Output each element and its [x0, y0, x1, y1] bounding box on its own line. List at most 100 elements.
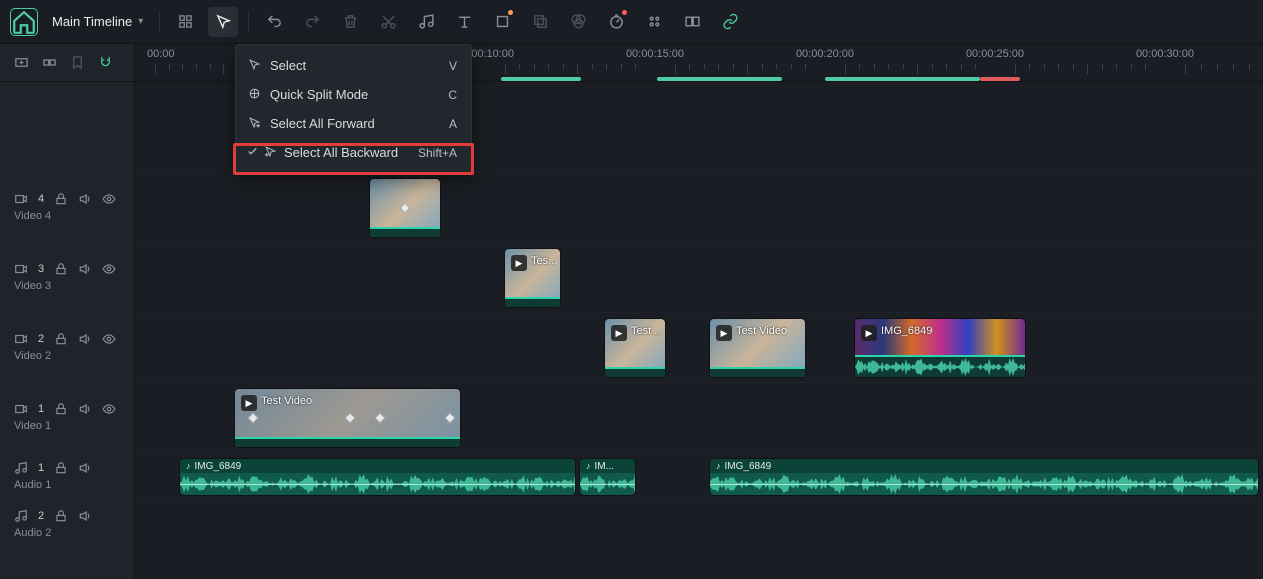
lock-icon[interactable] [54, 262, 68, 276]
magnet-icon[interactable] [94, 52, 116, 74]
clip-label: IMG_6849 [881, 325, 932, 337]
track-label: Video 1 [14, 420, 122, 432]
crop-button[interactable] [487, 7, 517, 37]
video-clip[interactable]: ▶ IMG_6849 [855, 319, 1025, 377]
music-note-icon: ♪ [186, 461, 191, 471]
ruler-timecode: 00:00:15:00 [626, 48, 684, 60]
eye-icon[interactable] [102, 192, 116, 206]
track-row-audio-2[interactable] [135, 500, 1263, 548]
cursor-tool-dropdown: Select V Quick Split Mode C Select All F… [235, 44, 472, 174]
track-row-video-1[interactable]: ▶ Test Video [135, 382, 1263, 452]
audio-icon [14, 509, 28, 523]
eye-icon[interactable] [102, 332, 116, 346]
track-row-audio-1[interactable]: ♪IMG_6849 ♪IM... ♪IMG_6849 [135, 452, 1263, 500]
group-button[interactable] [677, 7, 707, 37]
track-row-video-2[interactable]: ▶ Test ... ▶ Test Video ▶ IMG_6849 [135, 312, 1263, 382]
dropdown-item-select[interactable]: Select V [236, 51, 471, 80]
clip-footer [505, 297, 560, 307]
clip-header: ♪IMG_6849 [180, 459, 575, 473]
track-header-audio-2[interactable]: 2 Audio 2 [0, 500, 134, 548]
track-header-audio-1[interactable]: 1 Audio 1 [0, 452, 134, 500]
cursor-tool-button[interactable] [208, 7, 238, 37]
dropdown-item-select-forward[interactable]: Select All Forward A [236, 109, 471, 138]
clip-label: Tes... [531, 255, 556, 267]
delete-button[interactable] [335, 7, 365, 37]
speed-button[interactable] [601, 7, 631, 37]
track-header-video-3[interactable]: 3 Video 3 [0, 242, 134, 312]
mute-icon[interactable] [78, 461, 92, 475]
undo-button[interactable] [259, 7, 289, 37]
video-clip[interactable]: ▶ Tes... [505, 249, 560, 307]
mute-icon[interactable] [78, 402, 92, 416]
cut-button[interactable] [373, 7, 403, 37]
audio-clip[interactable]: ♪IM... [580, 459, 635, 495]
text-button[interactable] [449, 7, 479, 37]
grid-icon[interactable] [170, 7, 200, 37]
track-row-video-4[interactable] [135, 172, 1263, 242]
track-header-video-4[interactable]: 4 Video 4 [0, 172, 134, 242]
clip-label: Test Video [261, 395, 312, 407]
lock-icon[interactable] [54, 461, 68, 475]
play-icon: ▶ [861, 325, 877, 341]
video-icon [14, 402, 28, 416]
link-button[interactable] [715, 7, 745, 37]
select-backward-icon [264, 145, 277, 161]
lock-icon[interactable] [54, 192, 68, 206]
mute-icon[interactable] [78, 509, 92, 523]
music-button[interactable] [411, 7, 441, 37]
check-icon [246, 145, 259, 161]
timeline-label: Main Timeline [52, 14, 132, 29]
video-clip-selected[interactable]: ▶ Test Video [235, 389, 460, 447]
ticks [505, 64, 635, 78]
lock-icon[interactable] [54, 332, 68, 346]
eye-icon[interactable] [102, 402, 116, 416]
color-button[interactable] [563, 7, 593, 37]
caret-down-icon: ▾ [138, 16, 143, 27]
dropdown-shortcut: C [448, 88, 457, 102]
eye-icon[interactable] [102, 262, 116, 276]
dropdown-item-label: Select All Forward [270, 116, 375, 131]
clip-waveform [855, 355, 1025, 377]
dropdown-item-quicksplit[interactable]: Quick Split Mode C [236, 80, 471, 109]
mask-button[interactable] [525, 7, 555, 37]
lock-icon[interactable] [54, 509, 68, 523]
dropdown-item-label: Select [270, 58, 306, 73]
audio-icon [14, 461, 28, 475]
audio-clip[interactable]: ♪IMG_6849 [710, 459, 1258, 495]
top-toolbar: Main Timeline ▾ [0, 0, 1263, 44]
redo-button[interactable] [297, 7, 327, 37]
home-button[interactable] [10, 8, 38, 36]
effects-button[interactable] [639, 7, 669, 37]
marker-icon[interactable] [66, 52, 88, 74]
dropdown-shortcut: Shift+A [418, 146, 457, 160]
video-clip[interactable]: ▶ Test ... [605, 319, 665, 377]
mute-icon[interactable] [78, 192, 92, 206]
timeline-dropdown[interactable]: Main Timeline ▾ [46, 10, 149, 33]
track-headers: 4 Video 4 3 Video 3 2 [0, 44, 135, 579]
mute-icon[interactable] [78, 332, 92, 346]
add-track-icon[interactable] [10, 52, 32, 74]
select-forward-icon [248, 116, 261, 132]
play-icon: ▶ [611, 325, 627, 341]
mute-icon[interactable] [78, 262, 92, 276]
video-clip[interactable]: ▶ Test Video [710, 319, 805, 377]
range-bar [980, 77, 1020, 81]
track-number: 1 [38, 462, 44, 474]
clip-midline [710, 484, 1258, 485]
lock-icon[interactable] [54, 402, 68, 416]
ticks [1015, 64, 1145, 78]
play-icon: ▶ [716, 325, 732, 341]
track-header-video-2[interactable]: 2 Video 2 [0, 312, 134, 382]
link-track-icon[interactable] [38, 52, 60, 74]
music-note-icon: ♪ [586, 461, 591, 471]
audio-clip[interactable]: ♪IMG_6849 [180, 459, 575, 495]
clip-label: Test Video [736, 325, 787, 337]
track-label: Video 4 [14, 210, 122, 222]
track-header-video-1[interactable]: 1 Video 1 [0, 382, 134, 452]
track-row-video-3[interactable]: ▶ Tes... [135, 242, 1263, 312]
dropdown-item-select-backward[interactable]: Select All Backward Shift+A [236, 138, 471, 167]
separator [159, 11, 160, 33]
clip-label: Test ... [631, 325, 661, 337]
video-clip[interactable] [370, 179, 440, 237]
clip-header: ♪IMG_6849 [710, 459, 1258, 473]
